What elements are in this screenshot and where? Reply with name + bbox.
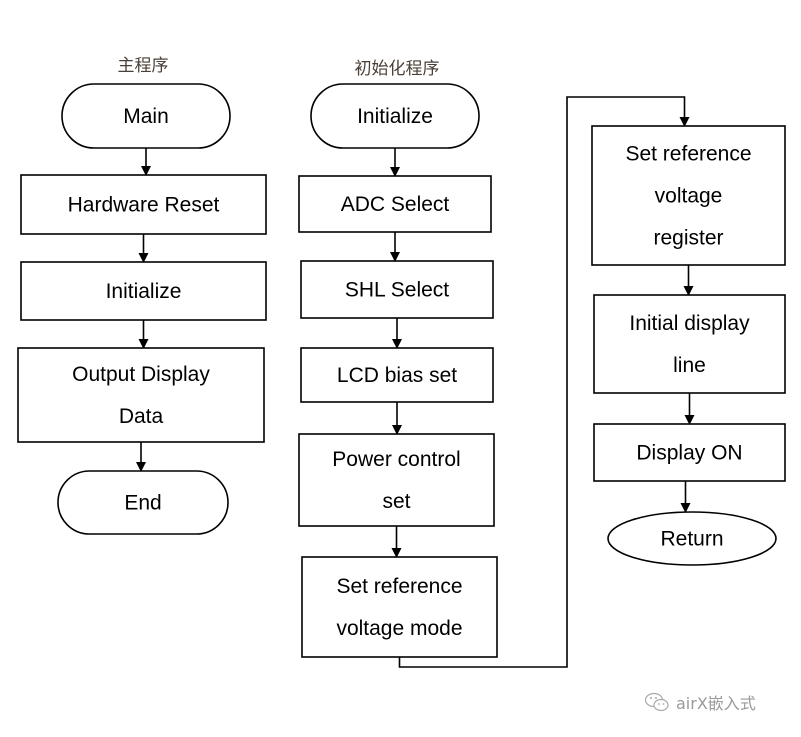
node-label: Set reference	[625, 143, 751, 166]
node-label: Set reference	[336, 575, 462, 598]
node-label: Data	[119, 405, 164, 428]
node-label: Initial display	[629, 312, 750, 335]
node-label: SHL Select	[345, 279, 449, 302]
flowchart-canvas: 主程序 初始化程序 Main Hardware Reset Initialize Ou…	[17, 56, 786, 668]
node-lcd-bias-set: LCD bias set	[300, 347, 494, 403]
node-output-display-data: Output Display Data	[17, 347, 265, 443]
node-init-start: Initialize	[310, 83, 480, 149]
node-label: voltage mode	[336, 617, 462, 640]
process-shape	[301, 556, 498, 658]
watermark-text: airX嵌入式	[676, 694, 756, 713]
node-initial-display-line: Initial display line	[593, 294, 786, 394]
node-main-initialize: Initialize	[20, 261, 267, 321]
main-program-title: 主程序	[118, 56, 169, 76]
init-program-title: 初始化程序	[355, 59, 440, 79]
node-label: Main	[123, 105, 169, 128]
node-label: Hardware Reset	[68, 194, 220, 217]
node-label: ADC Select	[341, 193, 450, 216]
process-shape	[593, 294, 786, 394]
node-return: Return	[607, 511, 777, 566]
node-label: set	[382, 490, 410, 513]
node-set-reference-voltage-mode: Set reference voltage mode	[301, 556, 498, 658]
node-display-on: Display ON	[593, 423, 786, 482]
flowchart-diagram: 主程序 初始化程序 Main Hardware Reset Initialize Ou…	[0, 0, 801, 737]
node-main-end: End	[57, 470, 229, 535]
node-label: Initialize	[357, 105, 433, 128]
node-label: Output Display	[72, 363, 210, 386]
node-power-control-set: Power control set	[298, 433, 495, 527]
node-label: voltage	[655, 185, 723, 208]
node-hardware-reset: Hardware Reset	[20, 174, 267, 235]
node-label: line	[673, 354, 706, 377]
node-label: End	[124, 492, 161, 515]
wechat-icon	[644, 692, 669, 712]
node-label: Initialize	[106, 280, 182, 303]
node-shl-select: SHL Select	[300, 260, 494, 319]
watermark: airX嵌入式	[644, 690, 756, 714]
node-adc-select: ADC Select	[298, 175, 492, 233]
node-label: Power control	[332, 448, 460, 471]
node-main-start: Main	[61, 83, 231, 149]
node-set-reference-voltage-register: Set reference voltage register	[591, 125, 786, 266]
node-label: register	[653, 227, 723, 250]
node-label: Return	[660, 528, 723, 551]
node-label: LCD bias set	[337, 364, 457, 387]
node-label: Display ON	[636, 442, 742, 465]
